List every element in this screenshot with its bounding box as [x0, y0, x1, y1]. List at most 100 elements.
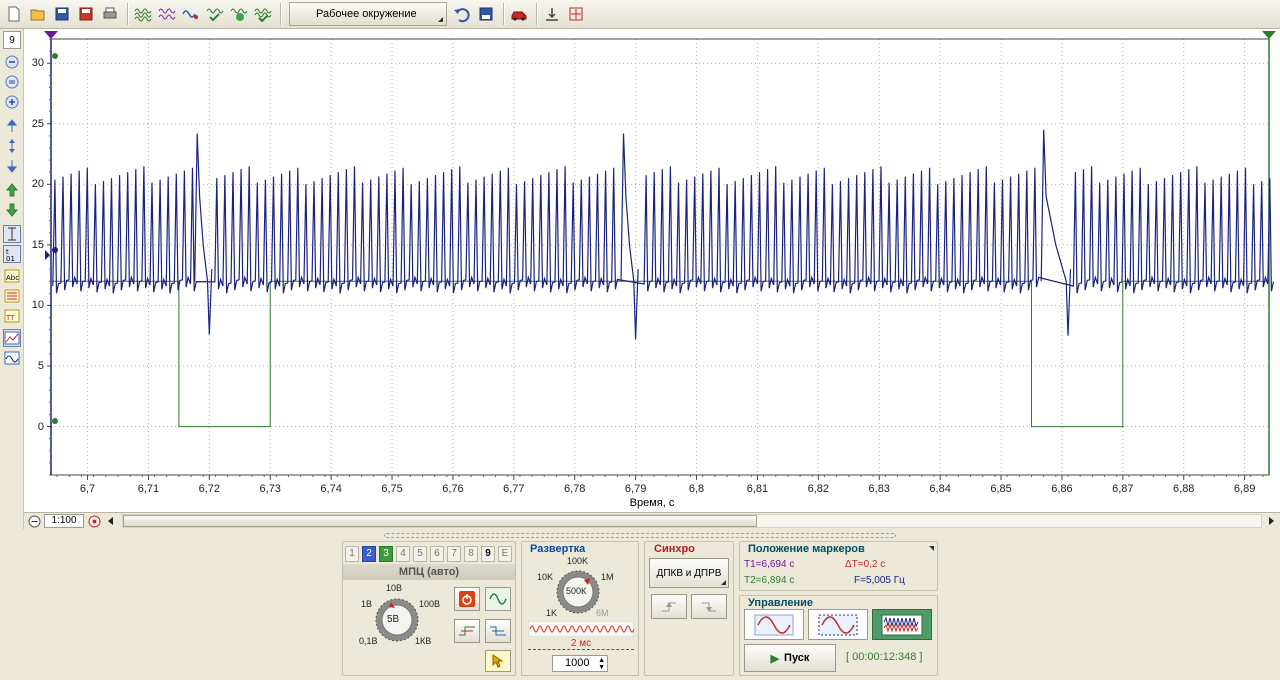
- sweep-label-1m: 1M: [601, 572, 614, 582]
- zoom-out-icon[interactable]: [3, 53, 21, 71]
- start-button[interactable]: ▶ Пуск: [744, 644, 836, 672]
- trigger-fall-button[interactable]: [485, 619, 511, 643]
- open-folder-icon[interactable]: [27, 3, 49, 25]
- channel-tab-9[interactable]: 9: [481, 546, 495, 562]
- horizontal-fit-icon[interactable]: [565, 3, 587, 25]
- channel-3-top-icon[interactable]: [52, 53, 58, 59]
- channel-tab-2[interactable]: 2: [362, 546, 376, 562]
- move-up-icon[interactable]: [3, 117, 21, 135]
- sweep-label-1k: 1K: [546, 608, 558, 618]
- panel-splitter[interactable]: [384, 533, 896, 538]
- sync-rise-icon: [662, 601, 676, 611]
- sync-rise-button[interactable]: [651, 594, 687, 619]
- marker-icon[interactable]: [3, 287, 21, 305]
- channel-2-level-icon[interactable]: [45, 250, 50, 260]
- wave-view-icon[interactable]: [3, 349, 21, 367]
- x-tick-label: 6,71: [137, 483, 160, 495]
- wave-check-icon[interactable]: [204, 3, 226, 25]
- channel-2-zero-icon[interactable]: [52, 247, 58, 253]
- zoom-reset-icon[interactable]: [3, 73, 21, 91]
- zoom-level[interactable]: 1:100: [44, 514, 84, 528]
- repeat-mode-button[interactable]: [808, 609, 868, 640]
- x-tick-label: 6,74: [320, 483, 342, 495]
- marker-t2-value: T2=6,894 с: [744, 575, 795, 586]
- dropdown-corner-icon: [438, 17, 443, 22]
- expand-vertical-icon[interactable]: [3, 137, 21, 155]
- print-icon[interactable]: [99, 3, 121, 25]
- scroll-left-icon[interactable]: [104, 514, 118, 528]
- channel-tab-4[interactable]: 4: [396, 546, 410, 562]
- workspace-dropdown[interactable]: Рабочее окружение: [289, 2, 447, 26]
- zoom-target-icon[interactable]: [86, 514, 102, 528]
- sync-fall-button[interactable]: [691, 594, 727, 619]
- channel-tab-8[interactable]: 8: [464, 546, 478, 562]
- channel-tab-3[interactable]: 3: [379, 546, 393, 562]
- dropdown-corner-icon: [721, 580, 726, 585]
- wave-2-icon[interactable]: [156, 3, 178, 25]
- wave-number-icon[interactable]: [228, 3, 250, 25]
- text-abc-icon[interactable]: Abc: [3, 267, 21, 285]
- ac-coupling-button[interactable]: [485, 587, 511, 611]
- signal-trace: [52, 129, 1275, 340]
- cursor-vertical-icon[interactable]: [3, 225, 21, 243]
- channel-number-box[interactable]: 9: [3, 31, 21, 49]
- points-spinbox[interactable]: 1000 ▲ ▼: [552, 655, 608, 672]
- undo-icon[interactable]: [451, 3, 473, 25]
- y-tick-label: 30: [31, 57, 44, 70]
- sine-icon: [489, 593, 507, 605]
- start-label: Пуск: [784, 652, 810, 664]
- new-file-icon[interactable]: [3, 3, 25, 25]
- trigger-rise-button[interactable]: [454, 619, 480, 643]
- cursor-numbers-icon[interactable]: t 01: [3, 245, 21, 263]
- marker-frequency-value: F=5,005 Гц: [854, 575, 905, 586]
- x-tick-label: 6,87: [1112, 483, 1134, 495]
- horizontal-scrollbar[interactable]: [122, 514, 1262, 528]
- power-icon: [459, 591, 475, 607]
- channel-3-zero-icon[interactable]: [52, 418, 58, 424]
- power-button[interactable]: [454, 587, 480, 611]
- car-icon[interactable]: [508, 3, 530, 25]
- y-tick-label: 10: [31, 299, 44, 312]
- edge-fall-icon: [490, 626, 506, 636]
- marker-t2-handle-icon[interactable]: [1262, 31, 1276, 39]
- wave-filter-icon[interactable]: [252, 3, 274, 25]
- spin-arrows-icon[interactable]: ▲ ▼: [598, 657, 605, 671]
- sync-title: Синхро: [654, 543, 695, 555]
- wave-1-icon[interactable]: [132, 3, 154, 25]
- chart-view-icon[interactable]: [3, 329, 21, 347]
- channel-pointer-button[interactable]: [485, 650, 511, 672]
- oscillogram-chart[interactable]: [24, 29, 1280, 512]
- channel-tab-5[interactable]: 5: [413, 546, 427, 562]
- scroll-right-icon[interactable]: [1264, 514, 1278, 528]
- save-as-icon[interactable]: [75, 3, 97, 25]
- channel-tab-6[interactable]: 6: [430, 546, 444, 562]
- scrollbar-thumb[interactable]: [123, 515, 757, 527]
- pointer-icon: [492, 654, 504, 668]
- move-down-icon[interactable]: [3, 157, 21, 175]
- sweep-wave-preview: [528, 621, 634, 637]
- arrow-down-icon[interactable]: [3, 201, 21, 219]
- zoom-in-icon[interactable]: [3, 93, 21, 111]
- dropdown-corner-icon[interactable]: [929, 546, 934, 551]
- oscilloscope-app: Рабочее окружение 9 t 01 Abc TT 30 25 20…: [0, 0, 1280, 680]
- toolbar-separator: [127, 3, 128, 25]
- channel-tab-7[interactable]: 7: [447, 546, 461, 562]
- text-tt-icon[interactable]: TT: [3, 307, 21, 325]
- zoom-minus-icon[interactable]: [26, 514, 42, 528]
- continuous-mode-button[interactable]: [872, 609, 932, 640]
- workspace-label: Рабочее окружение: [316, 8, 417, 20]
- oscillogram-area[interactable]: 30 25 20 15 10 5 0 6,7 6,71 6,72 6,73 6,74 6,75 6,76…: [24, 29, 1280, 512]
- channel-tab-e[interactable]: E: [498, 546, 512, 562]
- marker-t1-handle-icon[interactable]: [44, 31, 58, 39]
- x-tick-label: 6,84: [929, 483, 951, 495]
- channel-tab-1[interactable]: 1: [345, 546, 359, 562]
- vertical-fit-icon[interactable]: [541, 3, 563, 25]
- arrow-up-icon[interactable]: [3, 181, 21, 199]
- single-mode-button[interactable]: [744, 609, 804, 640]
- wave-3-icon[interactable]: [180, 3, 202, 25]
- sine-dotted-icon: [818, 614, 858, 635]
- sync-source-button[interactable]: ДПКВ и ДПРВ: [649, 558, 729, 588]
- x-tick-label: 6,7: [79, 483, 96, 495]
- save-icon[interactable]: [51, 3, 73, 25]
- save-state-icon[interactable]: [475, 3, 497, 25]
